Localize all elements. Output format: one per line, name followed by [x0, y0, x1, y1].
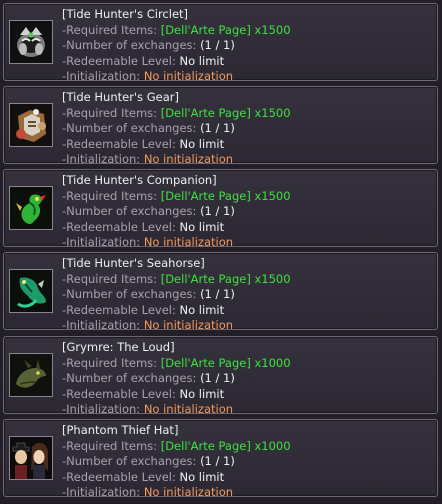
initialization-label: -Initialization: [62, 152, 144, 166]
item-title: [Grymre: The Loud] [62, 340, 175, 354]
initialization-value: No initialization [143, 152, 234, 166]
exchange-item[interactable]: [Tide Hunter's Gear] -Required Items: [D… [3, 86, 438, 166]
exchange-item[interactable]: [Grymre: The Loud] -Required Items: [Del… [3, 336, 438, 416]
phantom-thief-characters-icon [9, 436, 53, 480]
initialization-value: No initialization [143, 235, 234, 249]
redeemable-level-value: No limit [179, 302, 225, 317]
exchange-item[interactable]: [Phantom Thief Hat] -Required Items: [De… [3, 419, 438, 499]
exchanges-label: -Number of exchanges: [62, 121, 201, 135]
required-items-label: -Required Items: [62, 188, 161, 203]
exchange-item[interactable]: [Tide Hunter's Companion] -Required Item… [3, 169, 438, 249]
redeemable-level-label: -Redeemable Level: [62, 386, 180, 401]
redeemable-level-value: No limit [179, 219, 225, 234]
exchanges-value: (1 / 1) [200, 121, 235, 135]
item-title: [Tide Hunter's Gear] [62, 90, 179, 104]
armor-gear-icon [9, 103, 53, 147]
required-items-label: -Required Items: [62, 105, 161, 120]
exchanges-value: (1 / 1) [200, 371, 235, 385]
exchanges-label: -Number of exchanges: [62, 371, 201, 385]
required-items-value: [Dell'Arte Page] x1500 [160, 188, 291, 203]
redeemable-level-value: No limit [179, 469, 225, 484]
redeemable-level-label: -Redeemable Level: [62, 219, 180, 234]
required-items-label: -Required Items: [62, 438, 161, 453]
initialization-label: -Initialization: [62, 318, 144, 332]
required-items-value: [Dell'Arte Page] x1500 [160, 105, 291, 120]
dragon-head-icon [9, 353, 53, 397]
exchanges-label: -Number of exchanges: [62, 287, 201, 301]
exchanges-label: -Number of exchanges: [62, 204, 201, 218]
redeemable-level-label: -Redeemable Level: [62, 136, 180, 151]
item-title: [Phantom Thief Hat] [62, 423, 179, 437]
required-items-value: [Dell'Arte Page] x1000 [160, 438, 291, 453]
required-items-label: -Required Items: [62, 271, 161, 286]
required-items-value: [Dell'Arte Page] x1500 [160, 271, 291, 286]
redeemable-level-label: -Redeemable Level: [62, 302, 180, 317]
redeemable-level-value: No limit [179, 386, 225, 401]
exchange-item[interactable]: [Tide Hunter's Circlet] -Required Items:… [3, 3, 438, 83]
initialization-label: -Initialization: [62, 402, 144, 416]
required-items-label: -Required Items: [62, 22, 161, 37]
item-title: [Tide Hunter's Seahorse] [62, 256, 205, 270]
initialization-value: No initialization [143, 402, 234, 416]
seahorse-mount-icon [9, 269, 53, 313]
redeemable-level-value: No limit [179, 136, 225, 151]
initialization-value: No initialization [143, 69, 234, 83]
exchanges-value: (1 / 1) [200, 204, 235, 218]
initialization-label: -Initialization: [62, 485, 144, 499]
initialization-label: -Initialization: [62, 235, 144, 249]
redeemable-level-value: No limit [179, 53, 225, 68]
required-items-value: [Dell'Arte Page] x1500 [160, 22, 291, 37]
silver-circlet-icon [9, 20, 53, 64]
redeemable-level-label: -Redeemable Level: [62, 469, 180, 484]
exchanges-label: -Number of exchanges: [62, 38, 201, 52]
exchange-list: [Tide Hunter's Circlet] -Required Items:… [0, 0, 442, 504]
initialization-value: No initialization [143, 318, 234, 332]
exchange-item[interactable]: [Tide Hunter's Seahorse] -Required Items… [3, 252, 438, 332]
item-title: [Tide Hunter's Companion] [62, 173, 217, 187]
redeemable-level-label: -Redeemable Level: [62, 53, 180, 68]
exchanges-value: (1 / 1) [200, 454, 235, 468]
exchanges-label: -Number of exchanges: [62, 454, 201, 468]
green-seahorse-companion-icon [9, 186, 53, 230]
item-title: [Tide Hunter's Circlet] [62, 7, 189, 21]
required-items-label: -Required Items: [62, 355, 161, 370]
exchanges-value: (1 / 1) [200, 287, 235, 301]
initialization-value: No initialization [143, 485, 234, 499]
initialization-label: -Initialization: [62, 69, 144, 83]
exchanges-value: (1 / 1) [200, 38, 235, 52]
required-items-value: [Dell'Arte Page] x1000 [160, 355, 291, 370]
